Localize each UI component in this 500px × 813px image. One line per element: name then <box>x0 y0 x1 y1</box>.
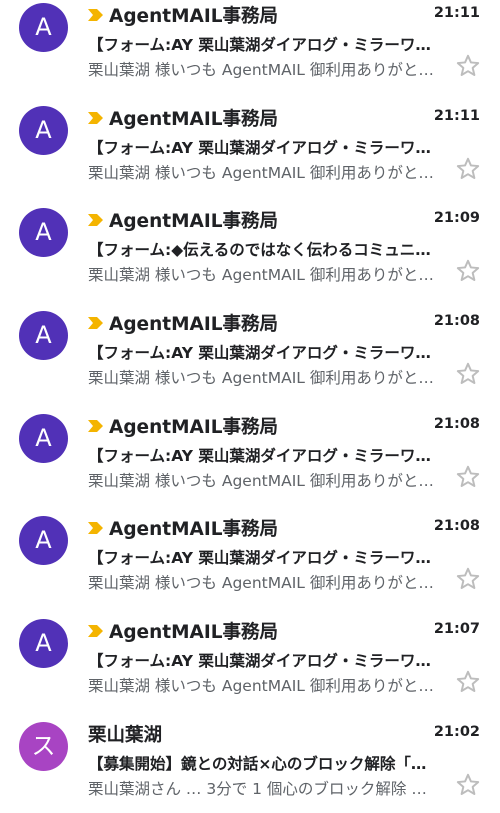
received-time: 21:08 <box>433 313 480 330</box>
star-outline-icon[interactable] <box>455 53 481 79</box>
sender-line: AgentMAIL事務局 <box>88 515 278 541</box>
sender-name: AgentMAIL事務局 <box>109 211 279 233</box>
star-outline-icon[interactable] <box>455 156 481 182</box>
importance-marker-icon[interactable] <box>88 214 103 227</box>
importance-marker-icon[interactable] <box>88 317 103 330</box>
sender-line: AgentMAIL事務局 <box>88 310 278 336</box>
importance-marker-icon[interactable] <box>88 625 103 638</box>
sender-avatar[interactable]: A <box>19 3 68 52</box>
mail-snippet: 栗山葉湖 様いつも AgentMAIL 御利用ありがと… <box>88 369 434 388</box>
importance-marker-icon[interactable] <box>88 111 103 124</box>
mail-list-item-8[interactable]: ス 栗山葉湖 21:02 【募集開始】鏡との対話×心のブロック解除「… 栗山葉湖… <box>0 710 500 813</box>
sender-avatar[interactable]: A <box>19 105 68 155</box>
mail-list-item-1[interactable]: A AgentMAIL事務局 21:11 【フォーム:AY 栗山葉湖ダイアログ・… <box>0 0 500 94</box>
mail-snippet: 栗山葉湖 様いつも AgentMAIL 御利用ありがと… <box>88 677 434 696</box>
mail-list-item-3[interactable]: A AgentMAIL事務局 21:09 【フォーム:◆伝えるのではなく伝わるコ… <box>0 196 500 299</box>
received-time: 21:11 <box>433 5 480 21</box>
sender-line: AgentMAIL事務局 <box>88 2 278 28</box>
sender-avatar[interactable]: A <box>19 311 68 361</box>
mail-list-item-7[interactable]: A AgentMAIL事務局 21:07 【フォーム:AY 栗山葉湖ダイアログ・… <box>0 607 500 710</box>
mail-subject: 【フォーム:AY 栗山葉湖ダイアログ・ミラーワ… <box>88 36 431 54</box>
star-outline-icon[interactable] <box>455 669 481 695</box>
mail-snippet: 栗山葉湖 様いつも AgentMAIL 御利用ありがと… <box>88 163 434 182</box>
mail-snippet: 栗山葉湖 様いつも AgentMAIL 御利用ありがと… <box>88 574 434 593</box>
sender-name: 栗山葉湖 <box>88 724 163 746</box>
sender-avatar[interactable]: ス <box>19 721 68 771</box>
mail-rows: A AgentMAIL事務局 21:11 【フォーム:AY 栗山葉湖ダイアログ・… <box>0 0 500 813</box>
received-time: 21:07 <box>433 621 480 638</box>
mail-subject: 【フォーム:AY 栗山葉湖ダイアログ・ミラーワ… <box>88 446 431 465</box>
sender-line: 栗山葉湖 <box>88 721 162 747</box>
sender-name: AgentMAIL事務局 <box>109 622 279 644</box>
sender-line: AgentMAIL事務局 <box>88 105 278 131</box>
mail-subject: 【募集開始】鏡との対話×心のブロック解除「… <box>88 754 427 773</box>
star-outline-icon[interactable] <box>455 361 481 387</box>
mail-subject: 【フォーム:◆伝えるのではなく伝わるコミュニ… <box>88 241 431 260</box>
mail-snippet: 栗山葉湖 様いつも AgentMAIL 御利用ありがと… <box>88 266 434 285</box>
star-outline-icon[interactable] <box>455 566 481 592</box>
mail-subject: 【フォーム:AY 栗山葉湖ダイアログ・ミラーワ… <box>88 138 431 157</box>
importance-marker-icon[interactable] <box>88 522 103 535</box>
mail-list-item-6[interactable]: A AgentMAIL事務局 21:08 【フォーム:AY 栗山葉湖ダイアログ・… <box>0 504 500 607</box>
mail-snippet: 栗山葉湖 様いつも AgentMAIL 御利用ありがと… <box>88 61 434 79</box>
sender-avatar[interactable]: A <box>19 413 68 463</box>
received-time: 21:02 <box>433 723 480 740</box>
importance-marker-icon[interactable] <box>88 419 103 432</box>
sender-avatar[interactable]: A <box>19 619 68 669</box>
sender-name: AgentMAIL事務局 <box>109 519 279 541</box>
received-time: 21:09 <box>433 210 480 227</box>
received-time: 21:08 <box>433 415 480 432</box>
mail-list-item-2[interactable]: A AgentMAIL事務局 21:11 【フォーム:AY 栗山葉湖ダイアログ・… <box>0 94 500 197</box>
star-outline-icon[interactable] <box>455 464 481 490</box>
mail-list-item-5[interactable]: A AgentMAIL事務局 21:08 【フォーム:AY 栗山葉湖ダイアログ・… <box>0 402 500 505</box>
sender-name: AgentMAIL事務局 <box>109 6 279 27</box>
sender-name: AgentMAIL事務局 <box>109 108 279 130</box>
mail-snippet: 栗山葉湖 様いつも AgentMAIL 御利用ありがと… <box>88 471 434 490</box>
mail-snippet: 栗山葉湖さん … 3分で 1 個心のブロック解除 マ… <box>88 779 438 798</box>
mail-subject: 【フォーム:AY 栗山葉湖ダイアログ・ミラーワ… <box>88 652 431 671</box>
received-time: 21:11 <box>433 107 480 124</box>
star-outline-icon[interactable] <box>455 258 481 284</box>
mail-list: A AgentMAIL事務局 21:11 【フォーム:AY 栗山葉湖ダイアログ・… <box>0 0 500 813</box>
sender-avatar[interactable]: A <box>19 208 68 258</box>
sender-name: AgentMAIL事務局 <box>109 314 279 336</box>
sender-name: AgentMAIL事務局 <box>109 416 279 438</box>
sender-line: AgentMAIL事務局 <box>88 413 278 439</box>
mail-list-item-4[interactable]: A AgentMAIL事務局 21:08 【フォーム:AY 栗山葉湖ダイアログ・… <box>0 299 500 402</box>
sender-line: AgentMAIL事務局 <box>88 618 278 644</box>
sender-line: AgentMAIL事務局 <box>88 207 278 233</box>
sender-avatar[interactable]: A <box>19 516 68 566</box>
importance-marker-icon[interactable] <box>88 9 103 21</box>
mail-subject: 【フォーム:AY 栗山葉湖ダイアログ・ミラーワ… <box>88 344 431 363</box>
received-time: 21:08 <box>433 518 480 535</box>
mail-subject: 【フォーム:AY 栗山葉湖ダイアログ・ミラーワ… <box>88 549 431 568</box>
